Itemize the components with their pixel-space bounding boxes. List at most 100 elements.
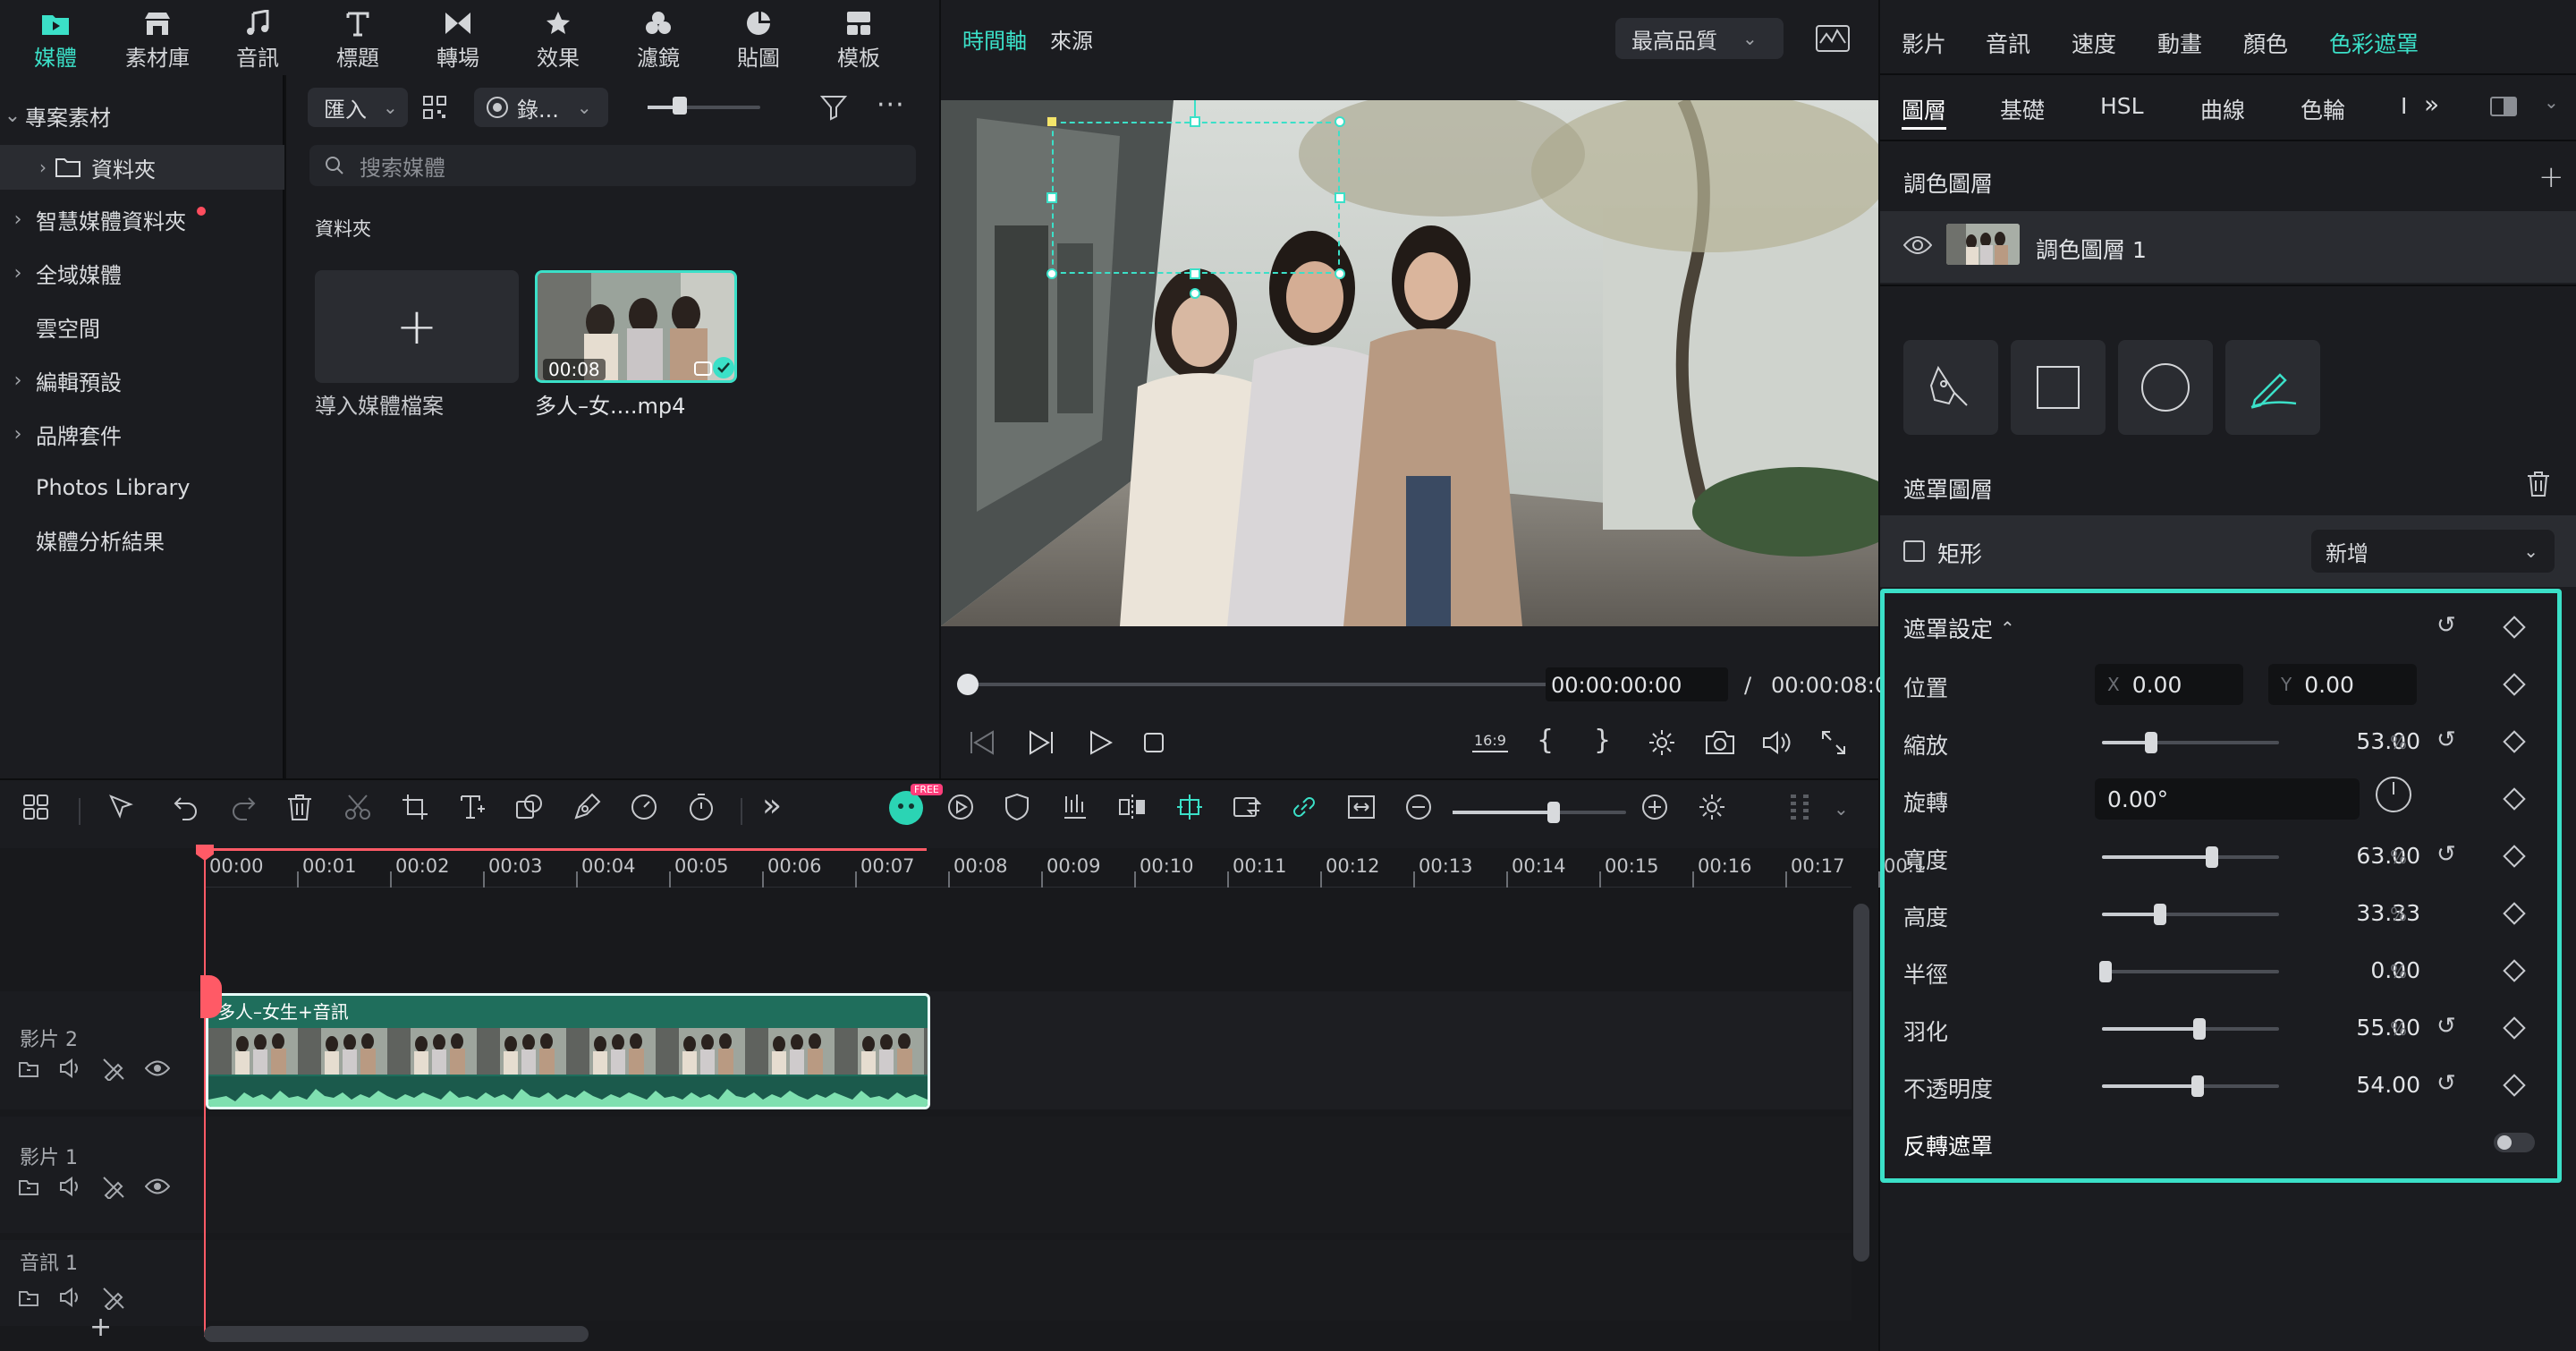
sidebar-item-analysis[interactable]: 媒體分析結果 [0,517,284,562]
shield-icon[interactable] [1004,793,1030,821]
reset-icon[interactable]: ↺ [2436,1013,2456,1040]
eye-icon[interactable] [1903,234,1932,256]
subtab-color-wheels[interactable]: 色輪 [2301,93,2345,125]
reset-icon[interactable]: ↺ [2436,841,2456,868]
opacity-slider[interactable] [2102,1075,2279,1097]
brush-mask-tool[interactable] [2225,340,2320,435]
quality-dropdown[interactable]: 最高品質 ⌄ [1615,18,1784,59]
import-media-tile[interactable]: + [315,270,519,383]
slider-knob[interactable] [2098,961,2112,982]
qr-icon[interactable] [422,95,447,120]
record-dropdown[interactable]: 錄... ⌄ [474,88,608,127]
scrubber-knob[interactable] [957,674,979,695]
auto-reframe-icon[interactable] [946,793,975,821]
mask-corner-handle[interactable] [1046,116,1057,127]
scale-slider[interactable] [2102,732,2279,753]
reset-icon[interactable]: ↺ [2436,1070,2456,1097]
sidebar-item-photos-library[interactable]: Photos Library [0,465,284,510]
slider-knob[interactable] [2154,904,2167,925]
tab-effects[interactable]: 效果 [517,7,599,72]
mask-checkbox[interactable] [1903,540,1925,562]
undo-icon[interactable] [172,793,200,821]
rotate-field[interactable]: 0.00° [2095,778,2360,820]
fullscreen-icon[interactable] [1821,730,1846,755]
search-field[interactable]: 搜索媒體 [309,145,916,186]
slider-knob[interactable] [673,97,687,115]
sidebar-item-project-media[interactable]: ⌄ 專案素材 [0,93,284,138]
subtab-more[interactable]: I [2401,93,2407,119]
link-icon[interactable] [1290,793,1318,821]
rotation-dial[interactable] [2376,777,2411,812]
width-slider[interactable] [2102,846,2279,868]
disable-effect-icon[interactable] [102,1058,125,1081]
feather-handle[interactable] [1190,288,1200,299]
sidebar-item-smart-bin[interactable]: › 智慧媒體資料夾 [0,197,284,242]
render-settings-icon[interactable] [1648,728,1676,757]
invert-mask-toggle[interactable] [2494,1133,2535,1152]
tab-media[interactable]: 媒體 [14,7,97,79]
position-y-field[interactable]: Y 0.00 [2268,664,2417,705]
mark-out-icon[interactable]: } [1594,725,1611,756]
delete-icon[interactable] [286,793,313,821]
mask-layer-row[interactable]: 矩形 新增 ⌄ [1880,515,2576,587]
tab-video[interactable]: 影片 [1902,27,1946,59]
tab-stock[interactable]: 素材庫 [116,7,199,72]
timeline-zoom-slider[interactable] [1453,802,1626,823]
track-lane-audio-1[interactable] [204,1240,1852,1321]
next-frame-icon[interactable] [1027,730,1055,755]
snapshot-icon[interactable] [1705,730,1735,755]
opacity-value[interactable]: 54.00 [2290,1072,2420,1098]
trash-icon[interactable] [2526,471,2551,497]
sidebar-item-edit-presets[interactable]: › 編輯預設 [0,358,284,403]
rectangle-mask-tool[interactable] [2011,340,2106,435]
sidebar-item-global-media[interactable]: › 全域媒體 [0,251,284,295]
lock-folder-icon[interactable] [18,1287,39,1308]
tab-stickers[interactable]: 貼圖 [717,7,800,72]
mask-shape-icon[interactable] [515,793,544,821]
tab-source[interactable]: 來源 [1050,23,1093,55]
color-pen-icon[interactable] [572,793,601,821]
tab-transitions[interactable]: 轉場 [417,7,499,72]
thumbnail-size-slider[interactable] [648,97,760,115]
slider-knob[interactable] [2145,732,2158,753]
mirror-icon[interactable] [1118,793,1147,821]
subtab-hsl[interactable]: HSL [2100,93,2144,119]
mask-settings-header[interactable]: 遮罩設定 ⌃ [1903,612,2015,644]
crop-icon[interactable] [401,793,429,821]
lock-folder-icon[interactable] [18,1058,39,1079]
tab-titles[interactable]: 標題 [317,7,399,72]
playback-scrubber[interactable] [957,674,1574,695]
volume-icon[interactable] [1762,730,1792,755]
select-tool-icon[interactable] [107,793,138,823]
mask-handle[interactable] [1335,268,1345,279]
replace-icon[interactable] [1233,793,1263,821]
beat-icon[interactable] [1061,793,1089,821]
layout-columns-icon[interactable] [1787,793,1812,821]
filter-icon[interactable] [819,93,848,122]
mask-handle[interactable] [1190,268,1200,279]
lock-folder-icon[interactable] [18,1176,39,1197]
horizontal-scrollbar[interactable] [204,1326,589,1342]
color-layer-row[interactable]: 調色圖層 1 [1880,211,2576,283]
mask-handle[interactable] [1335,192,1345,203]
chevron-down-icon[interactable]: ⌄ [2544,91,2559,113]
subtab-basic[interactable]: 基礎 [2000,93,2045,125]
sidebar-item-brand-kit[interactable]: › 品牌套件 [0,412,284,456]
speaker-icon[interactable] [59,1176,82,1197]
speaker-icon[interactable] [59,1058,82,1079]
snap-icon[interactable] [1175,793,1204,821]
vertical-scrollbar[interactable] [1853,904,1869,1262]
mask-handle[interactable] [1046,192,1057,203]
subtab-layers[interactable]: 圖層 [1902,93,1946,125]
ellipse-mask-tool[interactable] [2118,340,2213,435]
add-layer-icon[interactable]: + [2538,159,2564,195]
settings-gear-icon[interactable] [1698,793,1726,821]
waveform-monitor-icon[interactable] [1816,25,1850,52]
playhead-marker[interactable] [200,975,222,1018]
import-dropdown[interactable]: 匯入 ⌄ [308,88,408,127]
pen-mask-tool[interactable] [1903,340,1998,435]
add-mask-dropdown[interactable]: 新增 ⌄ [2311,530,2555,573]
reset-icon[interactable]: ↺ [2436,726,2456,753]
media-clip-thumbnail[interactable]: 00:08 [535,270,737,383]
fit-timeline-icon[interactable] [1347,793,1376,821]
